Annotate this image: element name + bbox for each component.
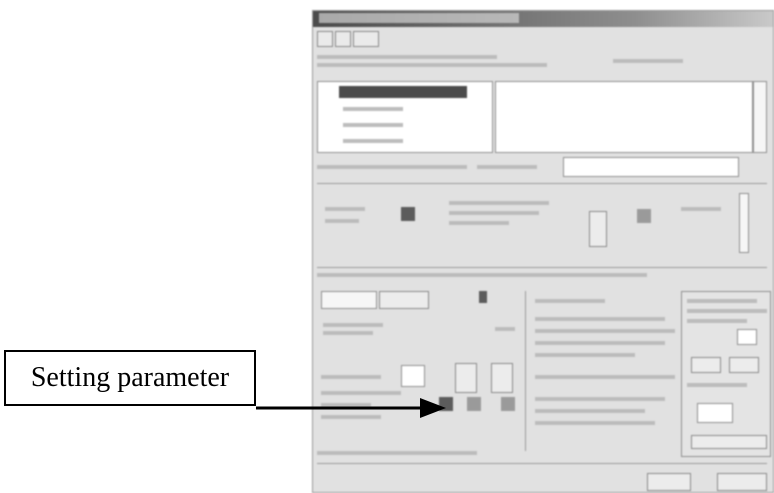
callout-arrow xyxy=(256,398,446,418)
tool-button[interactable] xyxy=(491,363,513,393)
text-line xyxy=(317,165,467,169)
setting-parameter-callout: Setting parameter xyxy=(4,350,256,406)
value-field[interactable] xyxy=(321,291,377,309)
text-line xyxy=(535,421,655,425)
text-line xyxy=(317,55,497,59)
text-line xyxy=(535,409,645,413)
list-item[interactable] xyxy=(343,123,403,127)
divider xyxy=(317,463,767,464)
tool-icon[interactable] xyxy=(401,207,415,221)
dropdown-field[interactable] xyxy=(563,157,739,177)
text-line xyxy=(449,211,539,215)
dialog-screenshot xyxy=(312,10,774,493)
text-line xyxy=(495,327,515,331)
dialog-title-bar xyxy=(313,11,773,27)
cancel-button[interactable] xyxy=(717,473,767,491)
toolbar-button[interactable] xyxy=(335,31,351,47)
text-line xyxy=(449,201,549,205)
toolbar-button[interactable] xyxy=(353,31,379,47)
text-line xyxy=(477,165,537,169)
text-line xyxy=(687,383,747,387)
swatch-icon xyxy=(479,291,487,303)
scrollbar[interactable] xyxy=(753,81,767,153)
list-item[interactable] xyxy=(343,139,403,143)
text-line xyxy=(323,331,373,335)
option-button[interactable] xyxy=(691,435,767,449)
preview-box xyxy=(697,403,733,423)
text-line xyxy=(321,391,401,395)
text-line xyxy=(535,397,665,401)
text-line xyxy=(535,299,605,303)
text-line xyxy=(535,329,675,333)
text-line xyxy=(613,59,683,63)
text-line xyxy=(321,375,381,379)
selected-row[interactable] xyxy=(339,86,467,98)
setting-icon[interactable] xyxy=(501,397,515,411)
tool-button[interactable] xyxy=(589,211,607,247)
ok-button[interactable] xyxy=(647,473,691,491)
tool-button[interactable] xyxy=(455,363,477,393)
text-line xyxy=(535,353,635,357)
text-line xyxy=(325,219,359,223)
divider xyxy=(317,183,767,184)
divider xyxy=(525,291,526,451)
text-line xyxy=(323,323,383,327)
slider[interactable] xyxy=(739,193,749,253)
text-line xyxy=(317,63,547,67)
detail-area xyxy=(495,81,753,153)
divider xyxy=(317,267,767,268)
status-text xyxy=(317,451,477,455)
text-line xyxy=(535,375,675,379)
list-item[interactable] xyxy=(343,107,403,111)
text-line xyxy=(317,273,647,277)
options-group xyxy=(681,291,771,457)
text-line xyxy=(325,207,365,211)
text-line xyxy=(449,221,509,225)
text-line xyxy=(535,341,665,345)
toolbar-button[interactable] xyxy=(317,31,333,47)
text-line xyxy=(681,207,721,211)
text-line xyxy=(687,299,757,303)
browse-button[interactable] xyxy=(379,291,429,309)
number-input[interactable] xyxy=(401,365,425,387)
tool-icon[interactable] xyxy=(637,209,651,223)
text-line xyxy=(535,317,665,321)
number-input[interactable] xyxy=(737,329,757,345)
callout-label: Setting parameter xyxy=(30,362,230,393)
setting-icon[interactable] xyxy=(467,397,481,411)
apply-button[interactable] xyxy=(691,357,721,373)
reset-button[interactable] xyxy=(729,357,759,373)
text-line xyxy=(687,309,767,313)
text-line xyxy=(687,319,747,323)
